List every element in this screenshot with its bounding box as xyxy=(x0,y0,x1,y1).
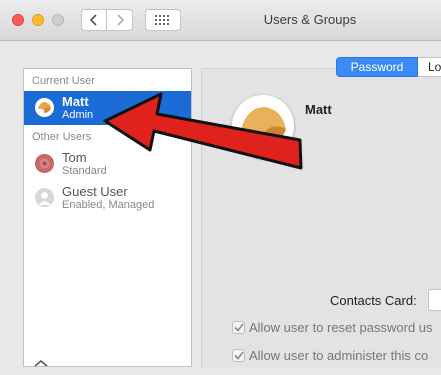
annotation-arrow xyxy=(103,92,303,170)
